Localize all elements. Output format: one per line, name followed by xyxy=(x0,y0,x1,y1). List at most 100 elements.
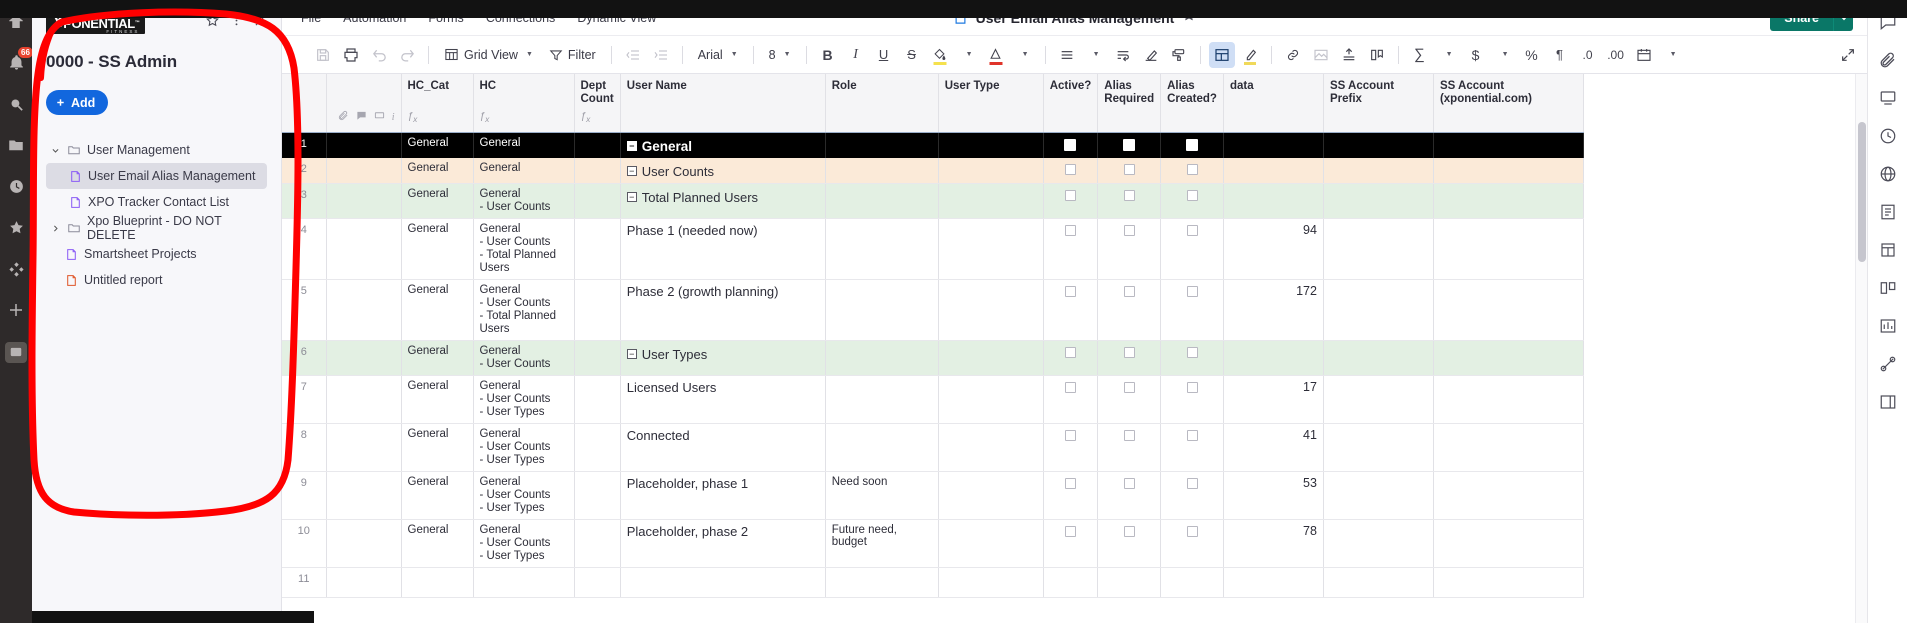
add-button[interactable]: Add xyxy=(46,90,109,115)
row-number[interactable]: 5 xyxy=(282,279,327,341)
cell-role[interactable] xyxy=(825,183,939,219)
cell-user-name[interactable]: Connected xyxy=(620,423,826,472)
row-number[interactable]: 8 xyxy=(282,423,327,472)
row-meta-cell[interactable] xyxy=(326,183,402,219)
recents-icon[interactable] xyxy=(6,177,26,196)
cell-user-type[interactable] xyxy=(938,423,1044,472)
cell-alias-required[interactable] xyxy=(1097,471,1162,520)
cell-dept-count[interactable] xyxy=(574,471,621,520)
cell-user-type[interactable] xyxy=(938,340,1044,376)
checkbox-active[interactable] xyxy=(1064,381,1076,393)
highlighter-button[interactable] xyxy=(1237,42,1263,68)
cell-ss-prefix[interactable] xyxy=(1323,375,1434,424)
collapse-icon[interactable] xyxy=(1876,390,1900,414)
tree-item-smartsheet-projects[interactable]: Smartsheet Projects xyxy=(46,241,267,267)
cell-role[interactable] xyxy=(825,218,939,280)
cell-hc-cat[interactable]: General xyxy=(401,157,474,184)
cell-user-name[interactable]: − Total Planned Users xyxy=(620,183,826,219)
checkbox-alias-created[interactable] xyxy=(1186,525,1198,537)
checkbox-alias-created[interactable] xyxy=(1186,285,1198,297)
checkbox-active[interactable] xyxy=(1064,224,1076,236)
chevron-down-icon[interactable] xyxy=(50,146,61,155)
cell-user-name[interactable]: − User Counts xyxy=(620,157,826,184)
update-requests-icon[interactable] xyxy=(1876,124,1900,148)
checkbox-active[interactable] xyxy=(1064,189,1076,201)
text-color-caret[interactable]: ▼ xyxy=(1011,42,1037,68)
cell-user-type[interactable] xyxy=(938,157,1044,184)
checkbox-active[interactable] xyxy=(1064,525,1076,537)
sheet-grid[interactable]: HC_Cat HC Dept Count User Name Role User… xyxy=(282,74,1855,623)
cell-hc[interactable]: General - User Counts xyxy=(473,183,575,219)
table-row[interactable]: 11 xyxy=(282,567,1584,598)
row-meta-cell[interactable] xyxy=(326,471,402,520)
cell-user-name[interactable] xyxy=(620,567,826,598)
tree-item-user-management[interactable]: User Management xyxy=(46,137,267,163)
cell-active[interactable] xyxy=(1043,183,1099,219)
row-number[interactable]: 3 xyxy=(282,183,327,219)
cell-user-type[interactable] xyxy=(938,375,1044,424)
checkbox-alias-created[interactable] xyxy=(1186,224,1198,236)
proofs-icon[interactable] xyxy=(1876,86,1900,110)
cell-user-type[interactable] xyxy=(938,567,1044,598)
cell-data[interactable] xyxy=(1223,567,1324,598)
align-caret[interactable]: ▼ xyxy=(1082,42,1108,68)
cell-dept-count[interactable] xyxy=(574,423,621,472)
cell-hc-cat[interactable]: General xyxy=(401,375,474,424)
solution-center-icon[interactable] xyxy=(5,341,27,364)
cell-dept-count[interactable] xyxy=(574,567,621,598)
col-header-data[interactable]: data xyxy=(1223,74,1324,110)
filter-button[interactable]: Filter xyxy=(542,42,603,68)
cell-alias-required[interactable] xyxy=(1097,423,1162,472)
cell-ss-prefix[interactable] xyxy=(1323,519,1434,568)
cell-ss-account[interactable] xyxy=(1433,375,1584,424)
cell-alias-created[interactable] xyxy=(1160,471,1224,520)
cell-ss-account[interactable] xyxy=(1433,567,1584,598)
font-family-selector[interactable]: Arial ▼ xyxy=(691,42,745,68)
cell-active[interactable] xyxy=(1043,132,1099,158)
cell-dept-count[interactable] xyxy=(574,183,621,219)
add-comment-button[interactable] xyxy=(1364,42,1390,68)
activity-log-icon[interactable] xyxy=(1876,200,1900,224)
row-meta-cell[interactable] xyxy=(326,132,402,158)
row-number[interactable]: 10 xyxy=(282,519,327,568)
row-meta-cell[interactable] xyxy=(326,375,402,424)
cell-alias-created[interactable] xyxy=(1160,218,1224,280)
hyperlink-button[interactable] xyxy=(1280,42,1306,68)
checkbox-alias-created[interactable] xyxy=(1186,346,1198,358)
cell-alias-required[interactable] xyxy=(1097,519,1162,568)
cell-role[interactable]: Future need, budget xyxy=(825,519,939,568)
cell-hc[interactable]: General - User Counts xyxy=(473,340,575,376)
sum-button[interactable]: ∑ xyxy=(1407,42,1433,68)
checkbox-alias-required[interactable] xyxy=(1123,346,1135,358)
date-format-button[interactable] xyxy=(1631,42,1657,68)
cell-data[interactable] xyxy=(1223,157,1324,184)
cell-role[interactable] xyxy=(825,375,939,424)
fill-color-button[interactable] xyxy=(927,42,953,68)
clear-format-button[interactable] xyxy=(1138,42,1164,68)
checkbox-active[interactable] xyxy=(1064,285,1076,297)
indent-icon[interactable] xyxy=(648,42,674,68)
cell-hc[interactable]: General xyxy=(473,157,575,184)
cell-hc-cat[interactable]: General xyxy=(401,218,474,280)
row-meta-cell[interactable] xyxy=(326,218,402,280)
checkbox-active[interactable] xyxy=(1064,163,1076,175)
row-meta-cell[interactable] xyxy=(326,157,402,184)
cell-active[interactable] xyxy=(1043,279,1099,341)
cell-user-type[interactable] xyxy=(938,183,1044,219)
hierarchy-toggle[interactable]: − xyxy=(626,141,637,151)
checkbox-alias-required[interactable] xyxy=(1123,138,1136,151)
col-header-hc-cat[interactable]: HC_Cat xyxy=(401,74,474,110)
favorites-icon[interactable] xyxy=(6,218,26,237)
table-row[interactable]: 2 General General − User Counts xyxy=(282,157,1584,184)
row-number[interactable]: 2 xyxy=(282,157,327,184)
search-icon[interactable] xyxy=(6,94,26,113)
checkbox-active[interactable] xyxy=(1064,138,1077,151)
checkbox-active[interactable] xyxy=(1064,346,1076,358)
publish-icon[interactable] xyxy=(1876,162,1900,186)
row-number[interactable]: 6 xyxy=(282,340,327,376)
cell-data[interactable]: 17 xyxy=(1223,375,1324,424)
row-number[interactable]: 4 xyxy=(282,218,327,280)
cell-data[interactable]: 172 xyxy=(1223,279,1324,341)
cell-alias-created[interactable] xyxy=(1160,567,1224,598)
outdent-icon[interactable] xyxy=(620,42,646,68)
